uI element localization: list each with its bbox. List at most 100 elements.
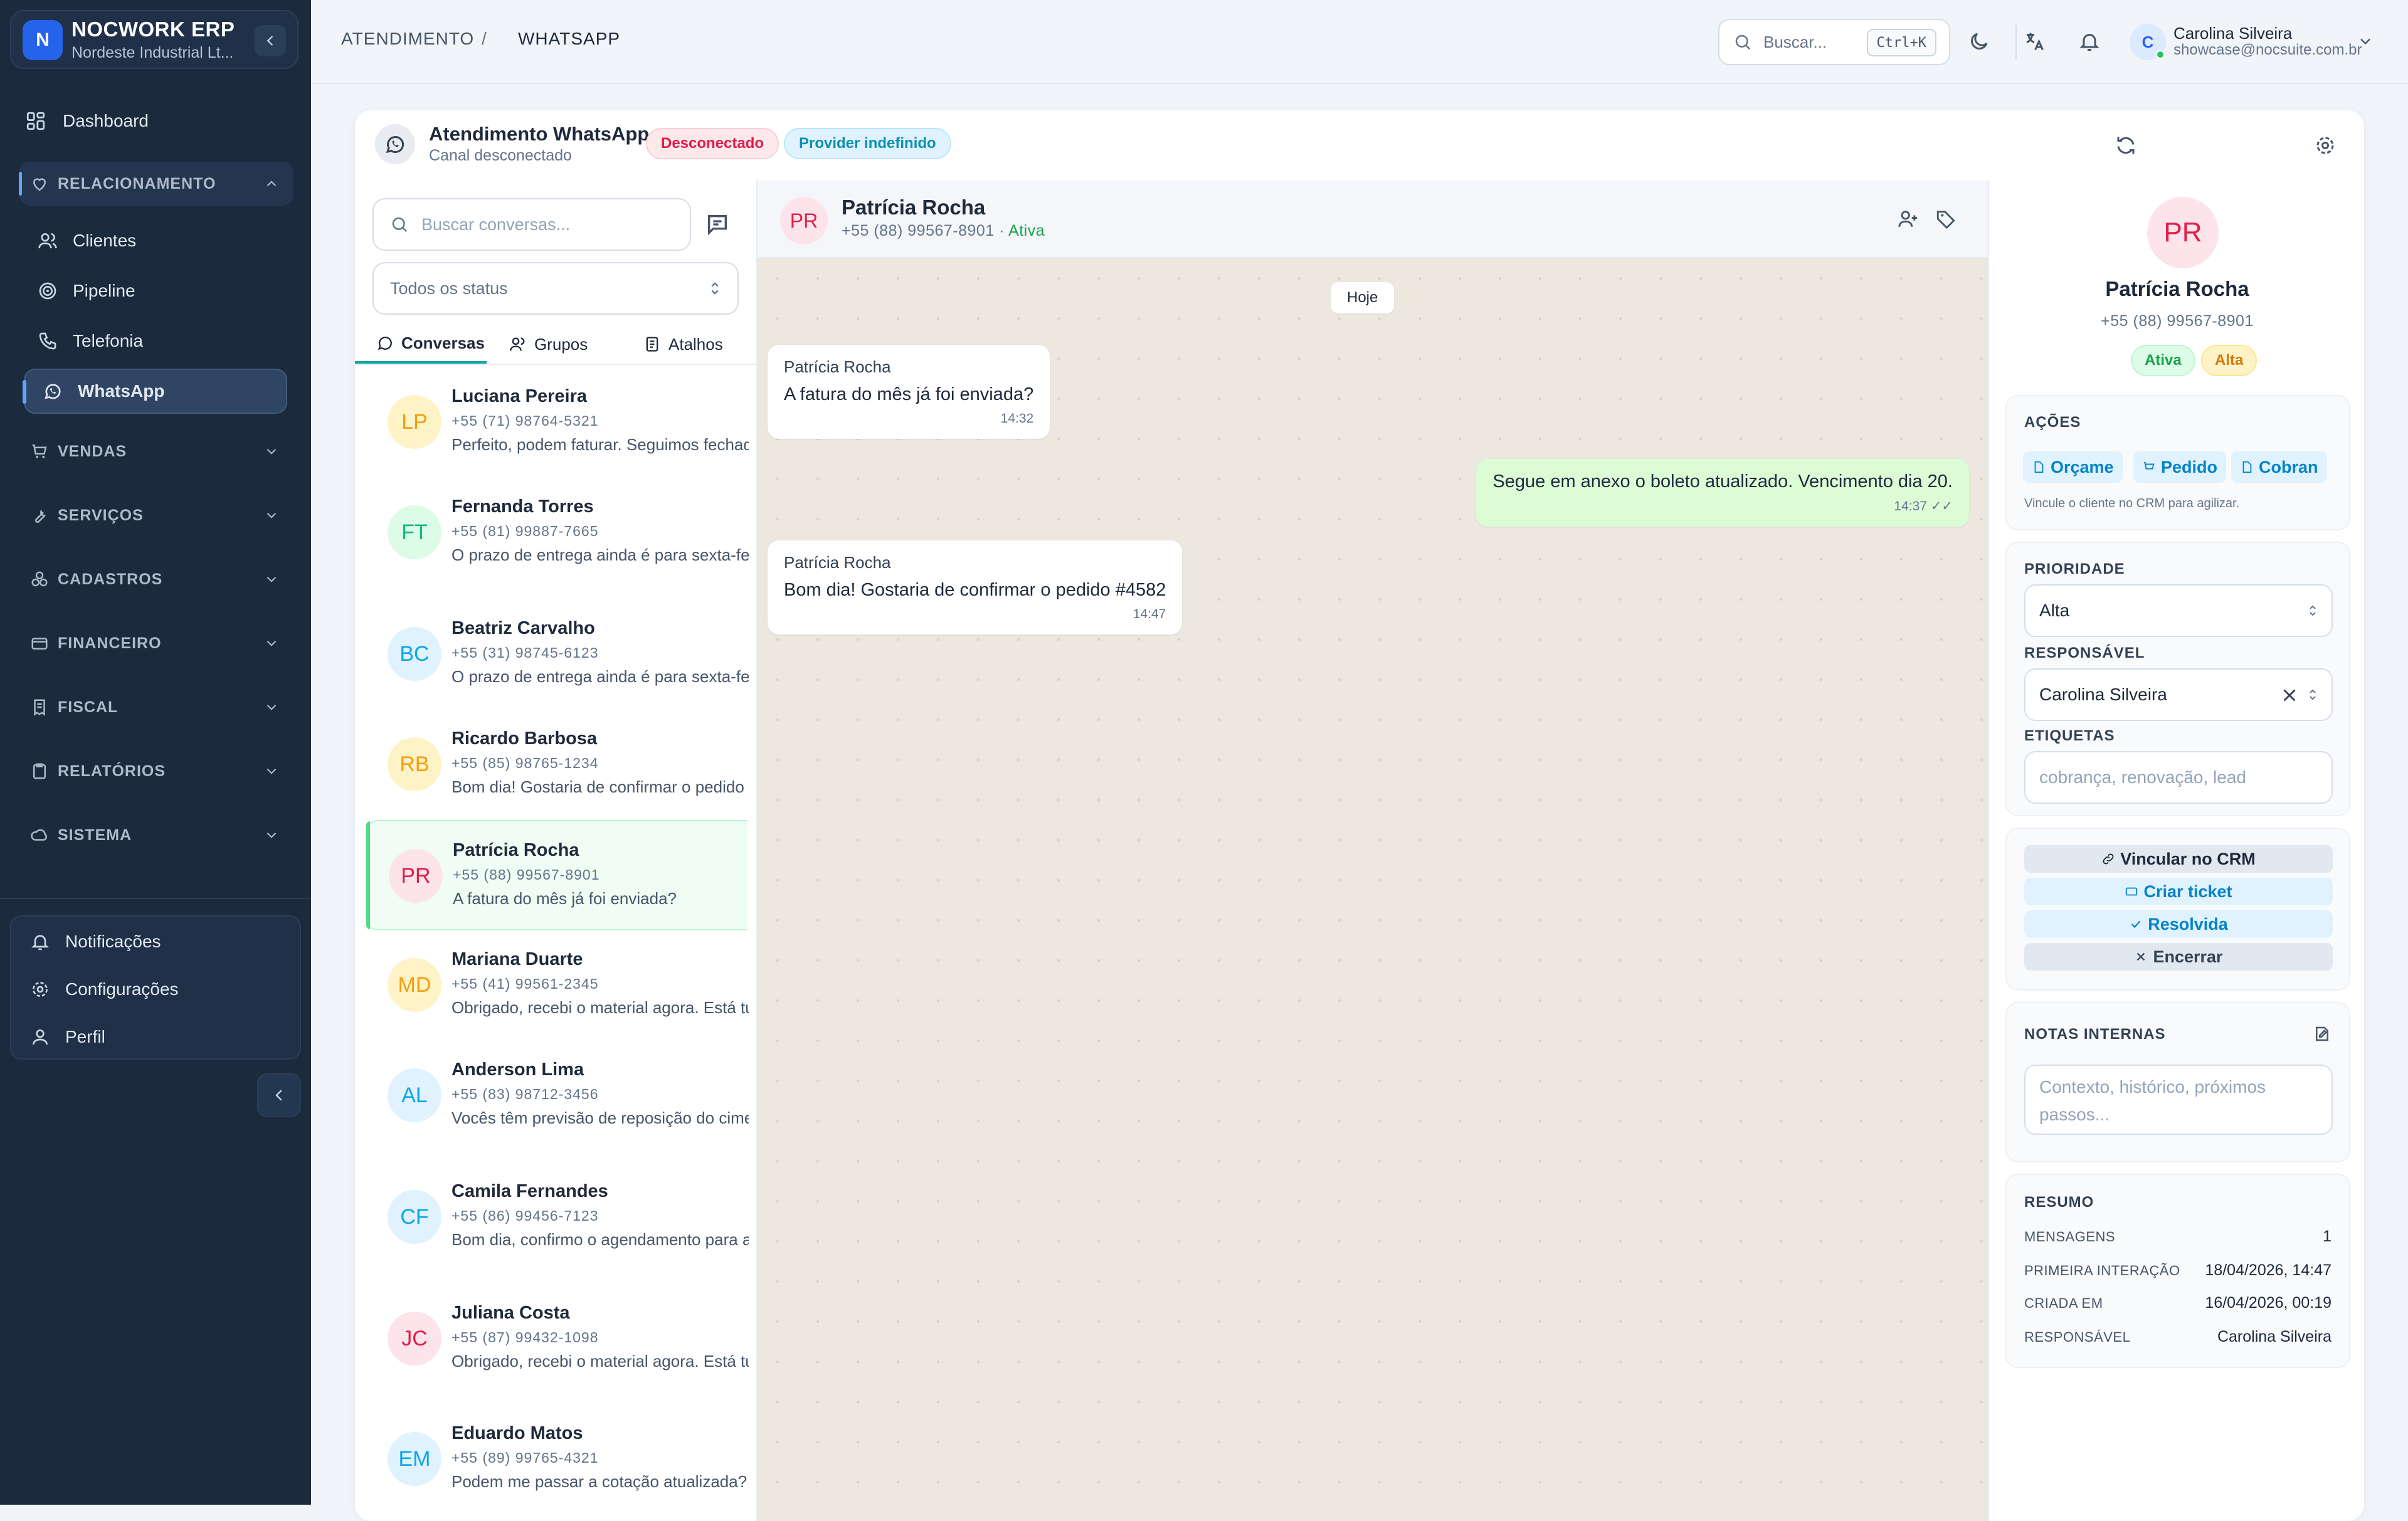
sidebar-group-vendas[interactable]: VENDAS <box>19 429 293 473</box>
sidebar-group-cadastros[interactable]: CADASTROS <box>19 557 293 601</box>
conversation-avatar: FT <box>388 505 441 559</box>
tab-grupos[interactable]: Grupos <box>509 325 588 364</box>
users-icon <box>38 233 57 249</box>
sidebar-group-label: SERVIÇOS <box>58 506 144 524</box>
create-ticket-button[interactable]: Criar ticket <box>2024 878 2333 905</box>
sidebar-group-fiscal[interactable]: FISCAL <box>19 685 293 729</box>
conversation-name: Eduardo Matos <box>452 1423 583 1443</box>
breadcrumb-atendimento[interactable]: ATENDIMENTO <box>341 29 474 49</box>
conversation-phone: +55 (31) 98745-6123 <box>452 645 599 661</box>
conversation-list-panel: Buscar conversas... Todos os status Conv… <box>355 181 758 1521</box>
conversation-item[interactable]: FT Fernanda Torres +55 (81) 99887-7665 O pr… <box>355 478 749 588</box>
conversation-item[interactable]: CF Camila Fernandes +55 (86) 99456-7123 Bom… <box>355 1162 749 1273</box>
contact-name: Patrícia Rocha <box>2105 277 2249 300</box>
contact-avatar: PR <box>2147 197 2219 268</box>
note-edit-icon[interactable] <box>2313 1024 2331 1043</box>
close-conversation-button[interactable]: Encerrar <box>2024 943 2333 971</box>
top-bar: ATENDIMENTO / WHATSAPP Buscar... Ctrl+K … <box>311 0 2408 84</box>
sidebar-item-dashboard[interactable]: Dashboard <box>25 99 149 143</box>
moon-icon[interactable] <box>1968 30 1990 53</box>
conversation-item[interactable]: EM Eduardo Matos +55 (89) 99765-4321 Podem … <box>355 1404 747 1515</box>
user-name[interactable]: Carolina Silveira <box>2173 24 2292 43</box>
sidebar-collapse-button[interactable] <box>257 1073 301 1117</box>
conversation-item[interactable]: BC Beatriz Carvalho +55 (31) 98745-6123 O p… <box>355 599 749 710</box>
chat-messages: Hoje Patrícia Rocha A fatura do mês já f… <box>758 258 1988 1521</box>
priority-select[interactable]: Alta <box>2024 584 2333 637</box>
receipt-icon <box>34 699 45 716</box>
sidebar-item-clientes[interactable]: Clientes <box>38 218 136 263</box>
sidebar-group-label: RELACIONAMENTO <box>58 174 216 192</box>
conversation-item[interactable]: LP Luciana Pereira +55 (71) 98764-5321 Perf… <box>355 367 749 478</box>
assignment-box: PRIORIDADE Alta RESPONSÁVEL Carolina Sil… <box>2005 542 2350 816</box>
dashboard-icon <box>26 112 45 130</box>
sidebar-item-notificacoes[interactable]: Notificações <box>30 923 161 960</box>
conversation-name: Patrícia Rocha <box>453 840 579 860</box>
conversation-item[interactable]: JC Juliana Costa +55 (87) 99432-1098 Obriga… <box>355 1284 749 1394</box>
panel-header: Atendimento WhatsApp Canal desconectado … <box>355 110 2364 181</box>
conversation-item[interactable]: RB Ricardo Barbosa +55 (85) 98765-1234 Bom … <box>355 710 749 820</box>
sidebar-group-financeiro[interactable]: FINANCEIRO <box>19 621 293 665</box>
chevron-down-icon[interactable] <box>2357 33 2374 50</box>
conversation-name: Mariana Duarte <box>452 949 583 969</box>
sidebar-divider <box>0 898 311 899</box>
actions-box: AÇÕES Orçame Pedido Cobran Vincule o cli… <box>2005 395 2350 530</box>
status-badge-disconnected: Desconectado <box>646 128 779 159</box>
conversation-phone: +55 (71) 98764-5321 <box>452 413 599 429</box>
resolve-button[interactable]: Resolvida <box>2024 910 2333 938</box>
sidebar-item-pipeline[interactable]: Pipeline <box>38 268 135 313</box>
assign-user-icon[interactable] <box>1898 208 1919 229</box>
translate-icon[interactable] <box>2023 30 2046 53</box>
chevron-down-icon <box>267 832 277 838</box>
tab-conversas[interactable]: Conversas <box>355 325 487 364</box>
conversation-item[interactable]: AL Anderson Lima +55 (83) 98712-3456 Vocês … <box>355 1041 749 1151</box>
actions-title: AÇÕES <box>2024 414 2081 431</box>
conversation-tabs: Conversas Grupos Atalhos <box>355 325 756 365</box>
sidebar-item-whatsapp[interactable]: WhatsApp <box>23 369 287 414</box>
user-avatar-initial: C <box>2141 32 2154 51</box>
conversation-avatar: MD <box>388 958 441 1012</box>
gear-icon[interactable] <box>2314 134 2337 157</box>
sidebar-group-label: SISTEMA <box>58 826 132 844</box>
quote-button[interactable]: Orçame <box>2023 451 2123 483</box>
sidebar-group-servicos[interactable]: SERVIÇOS <box>19 493 293 537</box>
new-chat-icon[interactable] <box>705 212 730 237</box>
billing-button-label: Cobran <box>2259 457 2318 476</box>
tags-input[interactable]: cobrança, renovação, lead <box>2024 751 2333 804</box>
notes-textarea[interactable]: Contexto, histórico, próximos passos... <box>2024 1065 2333 1135</box>
tab-label: Conversas <box>401 333 485 352</box>
conversation-phone: +55 (41) 99561-2345 <box>452 976 599 992</box>
sidebar-item-configuracoes[interactable]: Configurações <box>30 971 179 1008</box>
conversation-search-input[interactable]: Buscar conversas... <box>372 198 691 251</box>
close-icon[interactable] <box>2279 685 2300 706</box>
link-crm-button[interactable]: Vincular no CRM <box>2024 845 2333 873</box>
ticket-icon <box>2126 887 2138 896</box>
conversation-item[interactable]: MD Mariana Duarte +55 (41) 99561-2345 Obrig… <box>355 930 749 1041</box>
user-icon <box>33 1029 48 1045</box>
tag-icon[interactable] <box>1935 208 1956 229</box>
chat-contact-avatar[interactable]: PR <box>780 197 828 245</box>
actions-hint: Vincule o cliente no CRM para agilizar. <box>2024 497 2240 510</box>
sidebar-item-telefonia[interactable]: Telefonia <box>38 318 143 364</box>
summary-value: Carolina Silveira <box>2217 1328 2331 1345</box>
sidebar-group-sistema[interactable]: SISTEMA <box>19 813 293 857</box>
refresh-icon[interactable] <box>2115 134 2137 157</box>
bell-icon[interactable] <box>2078 30 2101 53</box>
status-filter-select[interactable]: Todos os status <box>372 262 739 315</box>
user-email: showcase@nocsuite.com.br <box>2173 41 2362 58</box>
billing-button[interactable]: Cobran <box>2231 451 2327 483</box>
brand-company[interactable]: Nordeste Industrial Lt... <box>71 44 241 62</box>
conversation-phone: +55 (85) 98765-1234 <box>452 755 599 771</box>
owner-select[interactable]: Carolina Silveira <box>2024 668 2333 721</box>
sidebar-group-label: RELATÓRIOS <box>58 762 166 780</box>
conversation-item[interactable]: PR Patrícia Rocha +55 (88) 99567-8901 A fat… <box>366 820 747 930</box>
order-button[interactable]: Pedido <box>2133 451 2227 483</box>
sidebar-item-perfil[interactable]: Perfil <box>30 1018 105 1056</box>
global-search[interactable]: Buscar... Ctrl+K <box>1718 19 1950 65</box>
user-avatar[interactable]: C <box>2130 24 2166 60</box>
notes-placeholder: Contexto, histórico, próximos passos... <box>2039 1077 2266 1124</box>
sidebar-group-relatorios[interactable]: RELATÓRIOS <box>19 749 293 793</box>
sidebar-group-relacionamento[interactable]: RELACIONAMENTO <box>19 162 293 206</box>
tab-atalhos[interactable]: Atalhos <box>643 325 723 364</box>
brand-collapse-button[interactable] <box>255 25 286 56</box>
contact-details-panel: PR Patrícia Rocha +55 (88) 99567-8901 At… <box>1988 181 2364 1521</box>
